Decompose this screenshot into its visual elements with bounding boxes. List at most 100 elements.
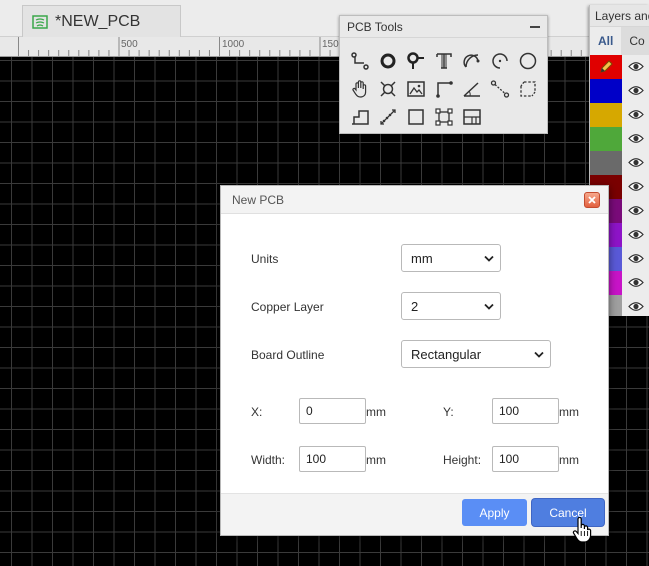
eye-icon (627, 302, 644, 311)
width-field[interactable]: 100 (299, 446, 366, 472)
board-layout-button[interactable] (458, 103, 486, 131)
eye-icon (627, 206, 644, 215)
ratsnest-tool-icon (490, 80, 510, 98)
apply-button[interactable]: Apply (462, 499, 527, 526)
arc-tool-icon (463, 54, 480, 68)
solder-region-button[interactable] (374, 75, 402, 103)
tab-components[interactable]: Co (621, 27, 649, 55)
pan-hand-button[interactable] (346, 75, 374, 103)
select-area-button[interactable] (514, 75, 542, 103)
close-icon (588, 195, 596, 204)
visibility-toggle[interactable] (622, 150, 649, 175)
dialog-header: New PCB (221, 186, 608, 214)
image-tool-icon (407, 81, 425, 97)
layer-row[interactable] (590, 78, 649, 103)
layer-color-swatch[interactable] (590, 54, 623, 79)
dimension-tool-icon (380, 109, 396, 125)
eye-icon (627, 230, 644, 239)
pcb-tools-panel: PCB Tools (339, 15, 548, 134)
visibility-toggle[interactable] (622, 198, 649, 223)
layer-row[interactable] (590, 102, 649, 127)
visibility-toggle[interactable] (622, 102, 649, 127)
visibility-toggle[interactable] (622, 222, 649, 247)
text-tool-icon (436, 53, 452, 69)
height-unit: mm (559, 453, 579, 467)
select-area-icon (520, 81, 536, 97)
height-field[interactable]: 100 (492, 446, 559, 472)
ratsnest-tool-button[interactable] (486, 75, 514, 103)
eye-icon (627, 278, 644, 287)
tab-label: *NEW_PCB (55, 12, 141, 30)
rectangle-tool-button[interactable] (402, 103, 430, 131)
track-tool-icon (351, 52, 369, 70)
visibility-toggle[interactable] (622, 126, 649, 151)
minimize-icon[interactable] (529, 22, 541, 32)
units-value: mm (411, 250, 433, 266)
eye-icon (627, 110, 644, 119)
dimension-tool-button[interactable] (374, 103, 402, 131)
circle-tool-icon (519, 52, 537, 70)
height-value: 100 (499, 452, 520, 466)
layer-row[interactable] (590, 126, 649, 151)
layer-row[interactable] (590, 150, 649, 175)
visibility-toggle[interactable] (622, 78, 649, 103)
layer-color-swatch[interactable] (590, 102, 623, 127)
align-tool-button[interactable] (430, 103, 458, 131)
layers-panel-title: Layers and Objects (590, 5, 649, 27)
copper-area-button[interactable] (346, 103, 374, 131)
layer-color-swatch[interactable] (590, 126, 623, 151)
track-tool-button[interactable] (346, 47, 374, 75)
angle-tool-icon (463, 82, 480, 97)
visibility-toggle[interactable] (622, 174, 649, 199)
units-select[interactable]: mm (401, 244, 501, 272)
layers-tabs: All Co (590, 27, 649, 55)
rectangle-tool-icon (408, 109, 424, 125)
eye-icon (627, 158, 644, 167)
height-label: Height: (443, 453, 482, 467)
layer-color-swatch[interactable] (590, 78, 623, 103)
pad-tool-button[interactable] (402, 47, 430, 75)
horizontal-ruler: 500 1000 1500 (0, 37, 649, 57)
board-outline-select[interactable]: Rectangular (401, 340, 551, 368)
layer-color-swatch[interactable] (590, 150, 623, 175)
copper-area-icon (352, 110, 369, 125)
layer-row[interactable] (590, 54, 649, 79)
pad-tool-icon (407, 52, 424, 69)
x-field[interactable]: 0 (299, 398, 366, 424)
text-tool-button[interactable] (430, 47, 458, 75)
y-label: Y: (443, 405, 454, 419)
document-tab-bar: *NEW_PCB (0, 0, 649, 37)
board-outline-label: Board Outline (251, 348, 325, 362)
circle-tool-button[interactable] (514, 47, 542, 75)
connector-tool-button[interactable] (430, 75, 458, 103)
pan-hand-icon (352, 80, 367, 98)
visibility-toggle[interactable] (622, 270, 649, 295)
y-unit: mm (559, 405, 579, 419)
copper-layer-label: Copper Layer (251, 300, 324, 314)
ruler-label: 1000 (222, 39, 245, 50)
x-label: X: (251, 405, 263, 419)
center-arc-tool-icon (492, 53, 508, 69)
solder-region-icon (380, 81, 396, 97)
y-field[interactable]: 100 (492, 398, 559, 424)
tab-all[interactable]: All (590, 27, 622, 55)
visibility-toggle[interactable] (622, 246, 649, 271)
arc-tool-button[interactable] (458, 47, 486, 75)
image-tool-button[interactable] (402, 75, 430, 103)
cancel-button[interactable]: Cancel (532, 499, 604, 526)
dialog-title: New PCB (232, 192, 285, 207)
center-arc-tool-button[interactable] (486, 47, 514, 75)
angle-tool-button[interactable] (458, 75, 486, 103)
board-outline-value: Rectangular (411, 346, 482, 362)
hand-cursor-icon (572, 517, 592, 543)
visibility-toggle[interactable] (622, 294, 649, 316)
tab-new-pcb[interactable]: *NEW_PCB (22, 5, 181, 37)
via-tool-button[interactable] (374, 47, 402, 75)
via-tool-icon (380, 53, 396, 69)
copper-layer-select[interactable]: 2 (401, 292, 501, 320)
new-pcb-dialog: New PCB Units mm Copper Layer 2 Board Ou… (220, 185, 609, 536)
visibility-toggle[interactable] (622, 54, 649, 79)
pcb-tools-header[interactable]: PCB Tools (340, 16, 547, 38)
x-value: 0 (306, 404, 313, 418)
close-button[interactable] (584, 191, 600, 208)
